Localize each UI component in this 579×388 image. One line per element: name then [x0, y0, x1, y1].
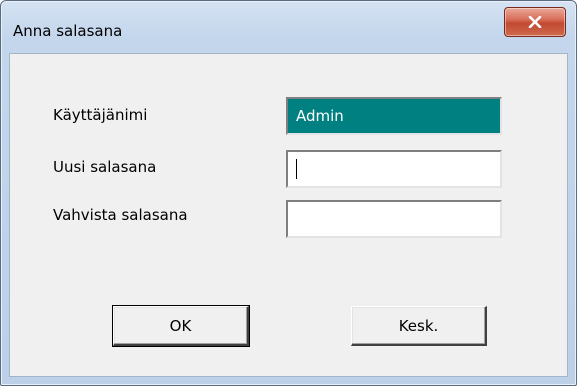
text-caret	[296, 159, 297, 179]
ok-button-label: OK	[169, 316, 192, 335]
username-label: Käyttäjänimi	[53, 106, 148, 124]
cancel-button[interactable]: Kesk.	[351, 306, 487, 346]
confirm-password-field[interactable]	[286, 200, 502, 238]
dialog-body: Käyttäjänimi Admin Uusi salasana Vahvist…	[9, 53, 568, 377]
close-button[interactable]	[504, 7, 566, 37]
confirm-password-label: Vahvista salasana	[53, 206, 188, 224]
username-field: Admin	[286, 97, 502, 135]
cancel-button-label: Kesk.	[398, 316, 439, 335]
dialog-window: Anna salasana Käyttäjänimi Admin Uusi sa…	[0, 0, 577, 386]
new-password-label: Uusi salasana	[53, 158, 157, 176]
window-title: Anna salasana	[13, 22, 123, 40]
new-password-field[interactable]	[286, 150, 502, 188]
title-bar[interactable]: Anna salasana	[1, 1, 576, 53]
close-icon	[528, 16, 542, 28]
ok-button[interactable]: OK	[112, 305, 250, 347]
username-value: Admin	[296, 107, 344, 125]
